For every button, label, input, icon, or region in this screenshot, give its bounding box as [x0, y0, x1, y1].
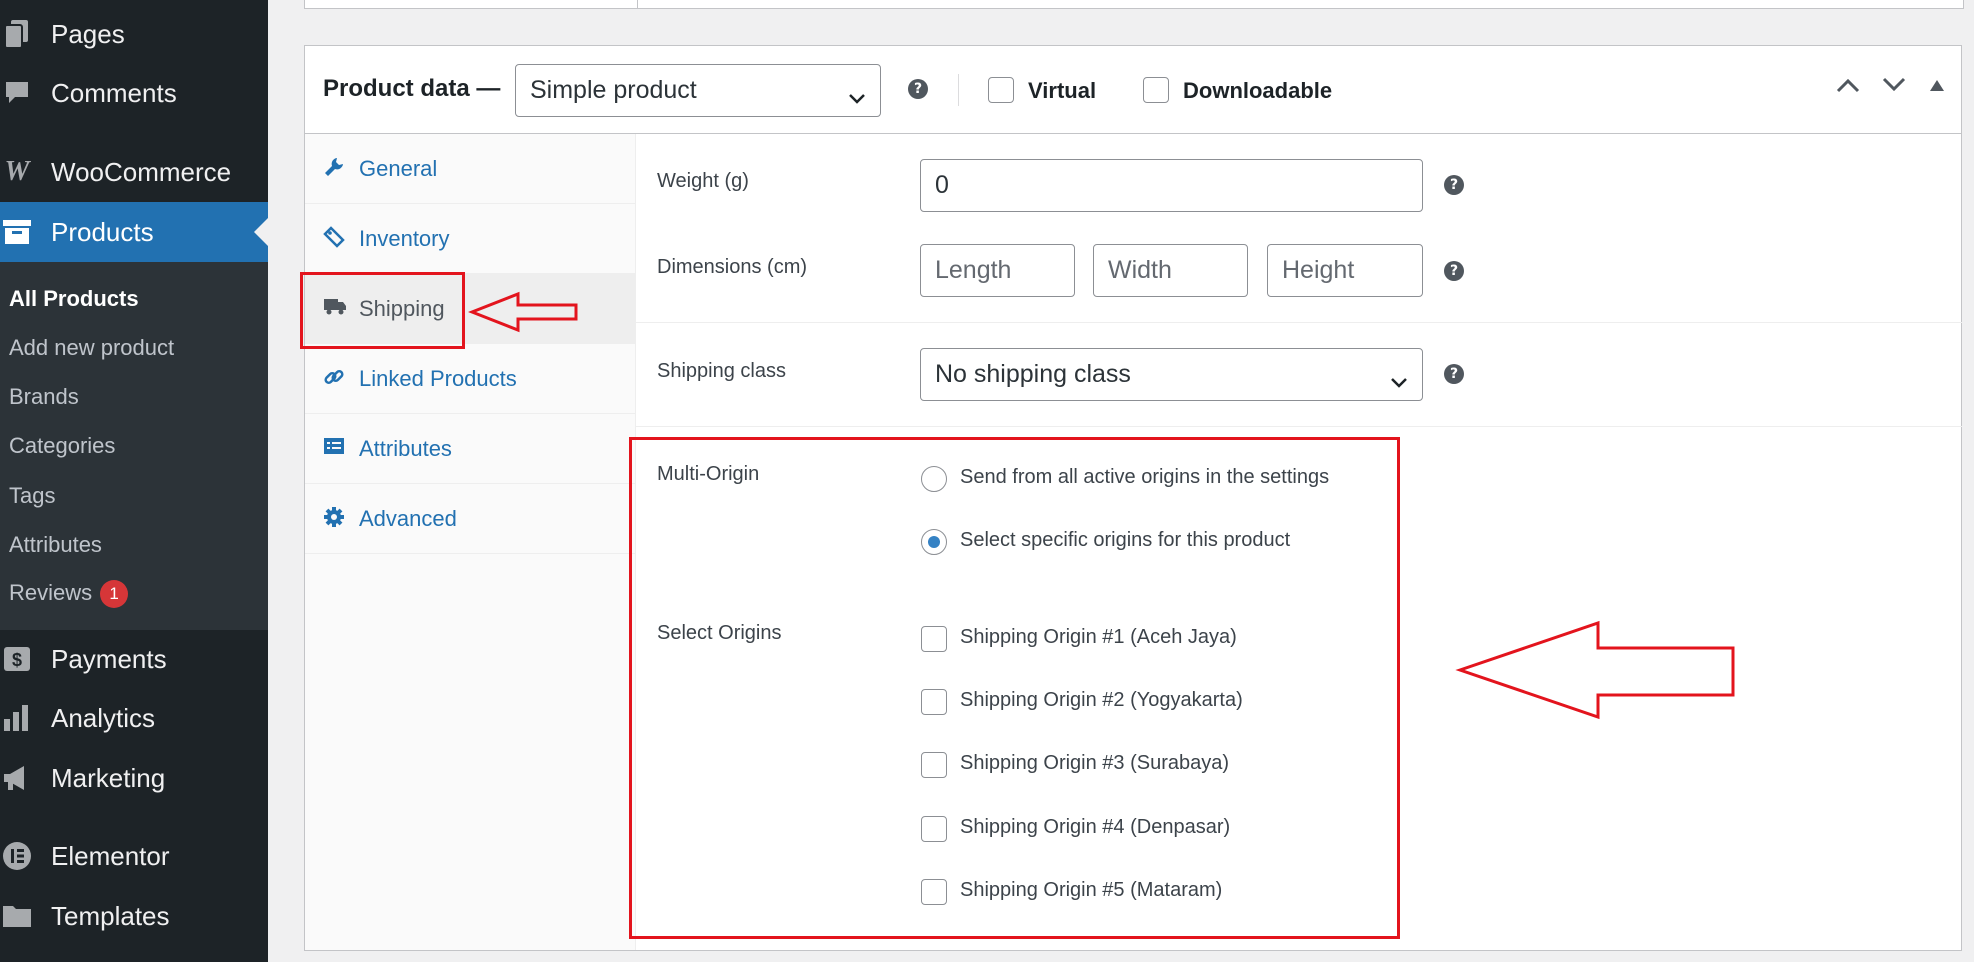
list-icon: [323, 436, 345, 458]
help-icon[interactable]: ?: [1444, 175, 1464, 195]
shipping-class-value: No shipping class: [935, 360, 1131, 388]
product-type-select[interactable]: Simple product: [515, 64, 881, 117]
tag-icon: [323, 226, 345, 248]
menu-label: Payments: [51, 643, 167, 674]
tab-inventory[interactable]: Inventory: [305, 204, 635, 274]
submenu-reviews[interactable]: Reviews 1: [9, 580, 129, 609]
width-input[interactable]: Width: [1093, 244, 1248, 297]
virtual-checkbox[interactable]: [988, 77, 1014, 103]
menu-item-analytics[interactable]: Analytics: [0, 688, 268, 748]
menu-item-elementor[interactable]: Elementor: [0, 826, 268, 886]
menu-label: Elementor: [51, 840, 170, 871]
products-submenu: All Products Add new product Brands Cate…: [0, 262, 268, 630]
comments-icon: [0, 76, 34, 110]
divider: [636, 426, 1962, 427]
move-down-icon[interactable]: [1881, 76, 1907, 99]
downloadable-label: Downloadable: [1183, 78, 1333, 103]
menu-item-woocommerce[interactable]: W WooCommerce: [0, 142, 268, 202]
help-icon[interactable]: ?: [1444, 261, 1464, 281]
tab-label: Linked Products: [359, 366, 517, 391]
menu-label: Marketing: [51, 762, 166, 793]
tab-advanced[interactable]: Advanced: [305, 484, 635, 554]
submenu-brands[interactable]: Brands: [9, 384, 79, 410]
chevron-down-icon: [848, 83, 866, 112]
annotation-arrow-large: [1455, 620, 1735, 720]
chevron-down-icon: [1390, 367, 1408, 396]
previous-metabox: [304, 0, 1964, 9]
shipping-class-select[interactable]: No shipping class: [920, 348, 1423, 401]
menu-label: Products: [51, 216, 154, 247]
tab-label: General: [359, 156, 438, 181]
multi-origin-highlight: [629, 437, 1400, 939]
current-menu-pointer: [254, 218, 268, 246]
tab-label: Attributes: [359, 436, 452, 461]
downloadable-checkbox[interactable]: [1143, 77, 1169, 103]
link-icon: [323, 366, 345, 388]
marketing-icon: [0, 761, 34, 795]
help-icon[interactable]: ?: [1444, 364, 1464, 384]
submenu-reviews-label: Reviews: [9, 580, 93, 605]
tab-attributes[interactable]: Attributes: [305, 414, 635, 484]
submenu-add-new-product[interactable]: Add new product: [9, 335, 174, 361]
submenu-attributes[interactable]: Attributes: [9, 532, 102, 558]
shipping-class-label: Shipping class: [657, 360, 786, 382]
woocommerce-icon: W: [4, 156, 30, 187]
submenu-categories[interactable]: Categories: [9, 433, 115, 459]
menu-item-comments[interactable]: Comments: [0, 63, 268, 123]
dimensions-label: Dimensions (cm): [657, 256, 808, 278]
tab-label: Advanced: [359, 506, 457, 531]
elementor-icon: [0, 839, 34, 873]
menu-item-products[interactable]: Products: [0, 202, 268, 262]
menu-label: Pages: [51, 18, 125, 49]
pages-icon: [0, 17, 34, 51]
menu-label: WooCommerce: [51, 156, 232, 187]
product-type-value: Simple product: [530, 76, 697, 104]
tab-general[interactable]: General: [305, 134, 635, 204]
gear-icon: [323, 506, 345, 528]
templates-icon: [0, 899, 34, 933]
svg-text:$: $: [12, 650, 22, 670]
shipping-tab-highlight: [300, 272, 465, 349]
products-icon: [0, 215, 34, 249]
weight-label: Weight (g): [657, 170, 749, 192]
height-input[interactable]: Height: [1267, 244, 1423, 297]
tab-linked-products[interactable]: Linked Products: [305, 344, 635, 414]
weight-input[interactable]: 0: [920, 159, 1423, 212]
tab-label: Inventory: [359, 226, 450, 251]
wrench-icon: [323, 156, 345, 178]
product-data-tabs: General Inventory Shipping Linked Produc…: [305, 134, 636, 950]
move-up-icon[interactable]: [1835, 76, 1861, 99]
menu-item-templates[interactable]: Templates: [0, 886, 268, 946]
menu-item-pages[interactable]: Pages: [0, 4, 268, 64]
reviews-count-badge: 1: [100, 580, 129, 609]
analytics-icon: [0, 701, 34, 735]
menu-label: Analytics: [51, 702, 156, 733]
divider: [958, 74, 959, 106]
menu-item-marketing[interactable]: Marketing: [0, 748, 268, 808]
help-icon[interactable]: ?: [908, 79, 928, 99]
menu-label: Comments: [51, 77, 177, 108]
divider: [636, 322, 1962, 323]
virtual-label: Virtual: [1028, 78, 1097, 103]
menu-label: Templates: [51, 900, 170, 931]
annotation-arrow-small: [468, 291, 578, 333]
product-data-header: Product data — Simple product ? Virtual …: [305, 46, 1961, 134]
product-data-title: Product data —: [323, 75, 501, 102]
submenu-tags[interactable]: Tags: [9, 483, 55, 509]
payments-icon: $: [0, 642, 34, 676]
length-input[interactable]: Length: [920, 244, 1075, 297]
menu-item-payments[interactable]: $ Payments: [0, 629, 268, 689]
submenu-all-products[interactable]: All Products: [9, 286, 139, 312]
admin-sidebar: Pages Comments W WooCommerce Products Al…: [0, 0, 268, 962]
toggle-panel-icon[interactable]: [1929, 78, 1945, 97]
